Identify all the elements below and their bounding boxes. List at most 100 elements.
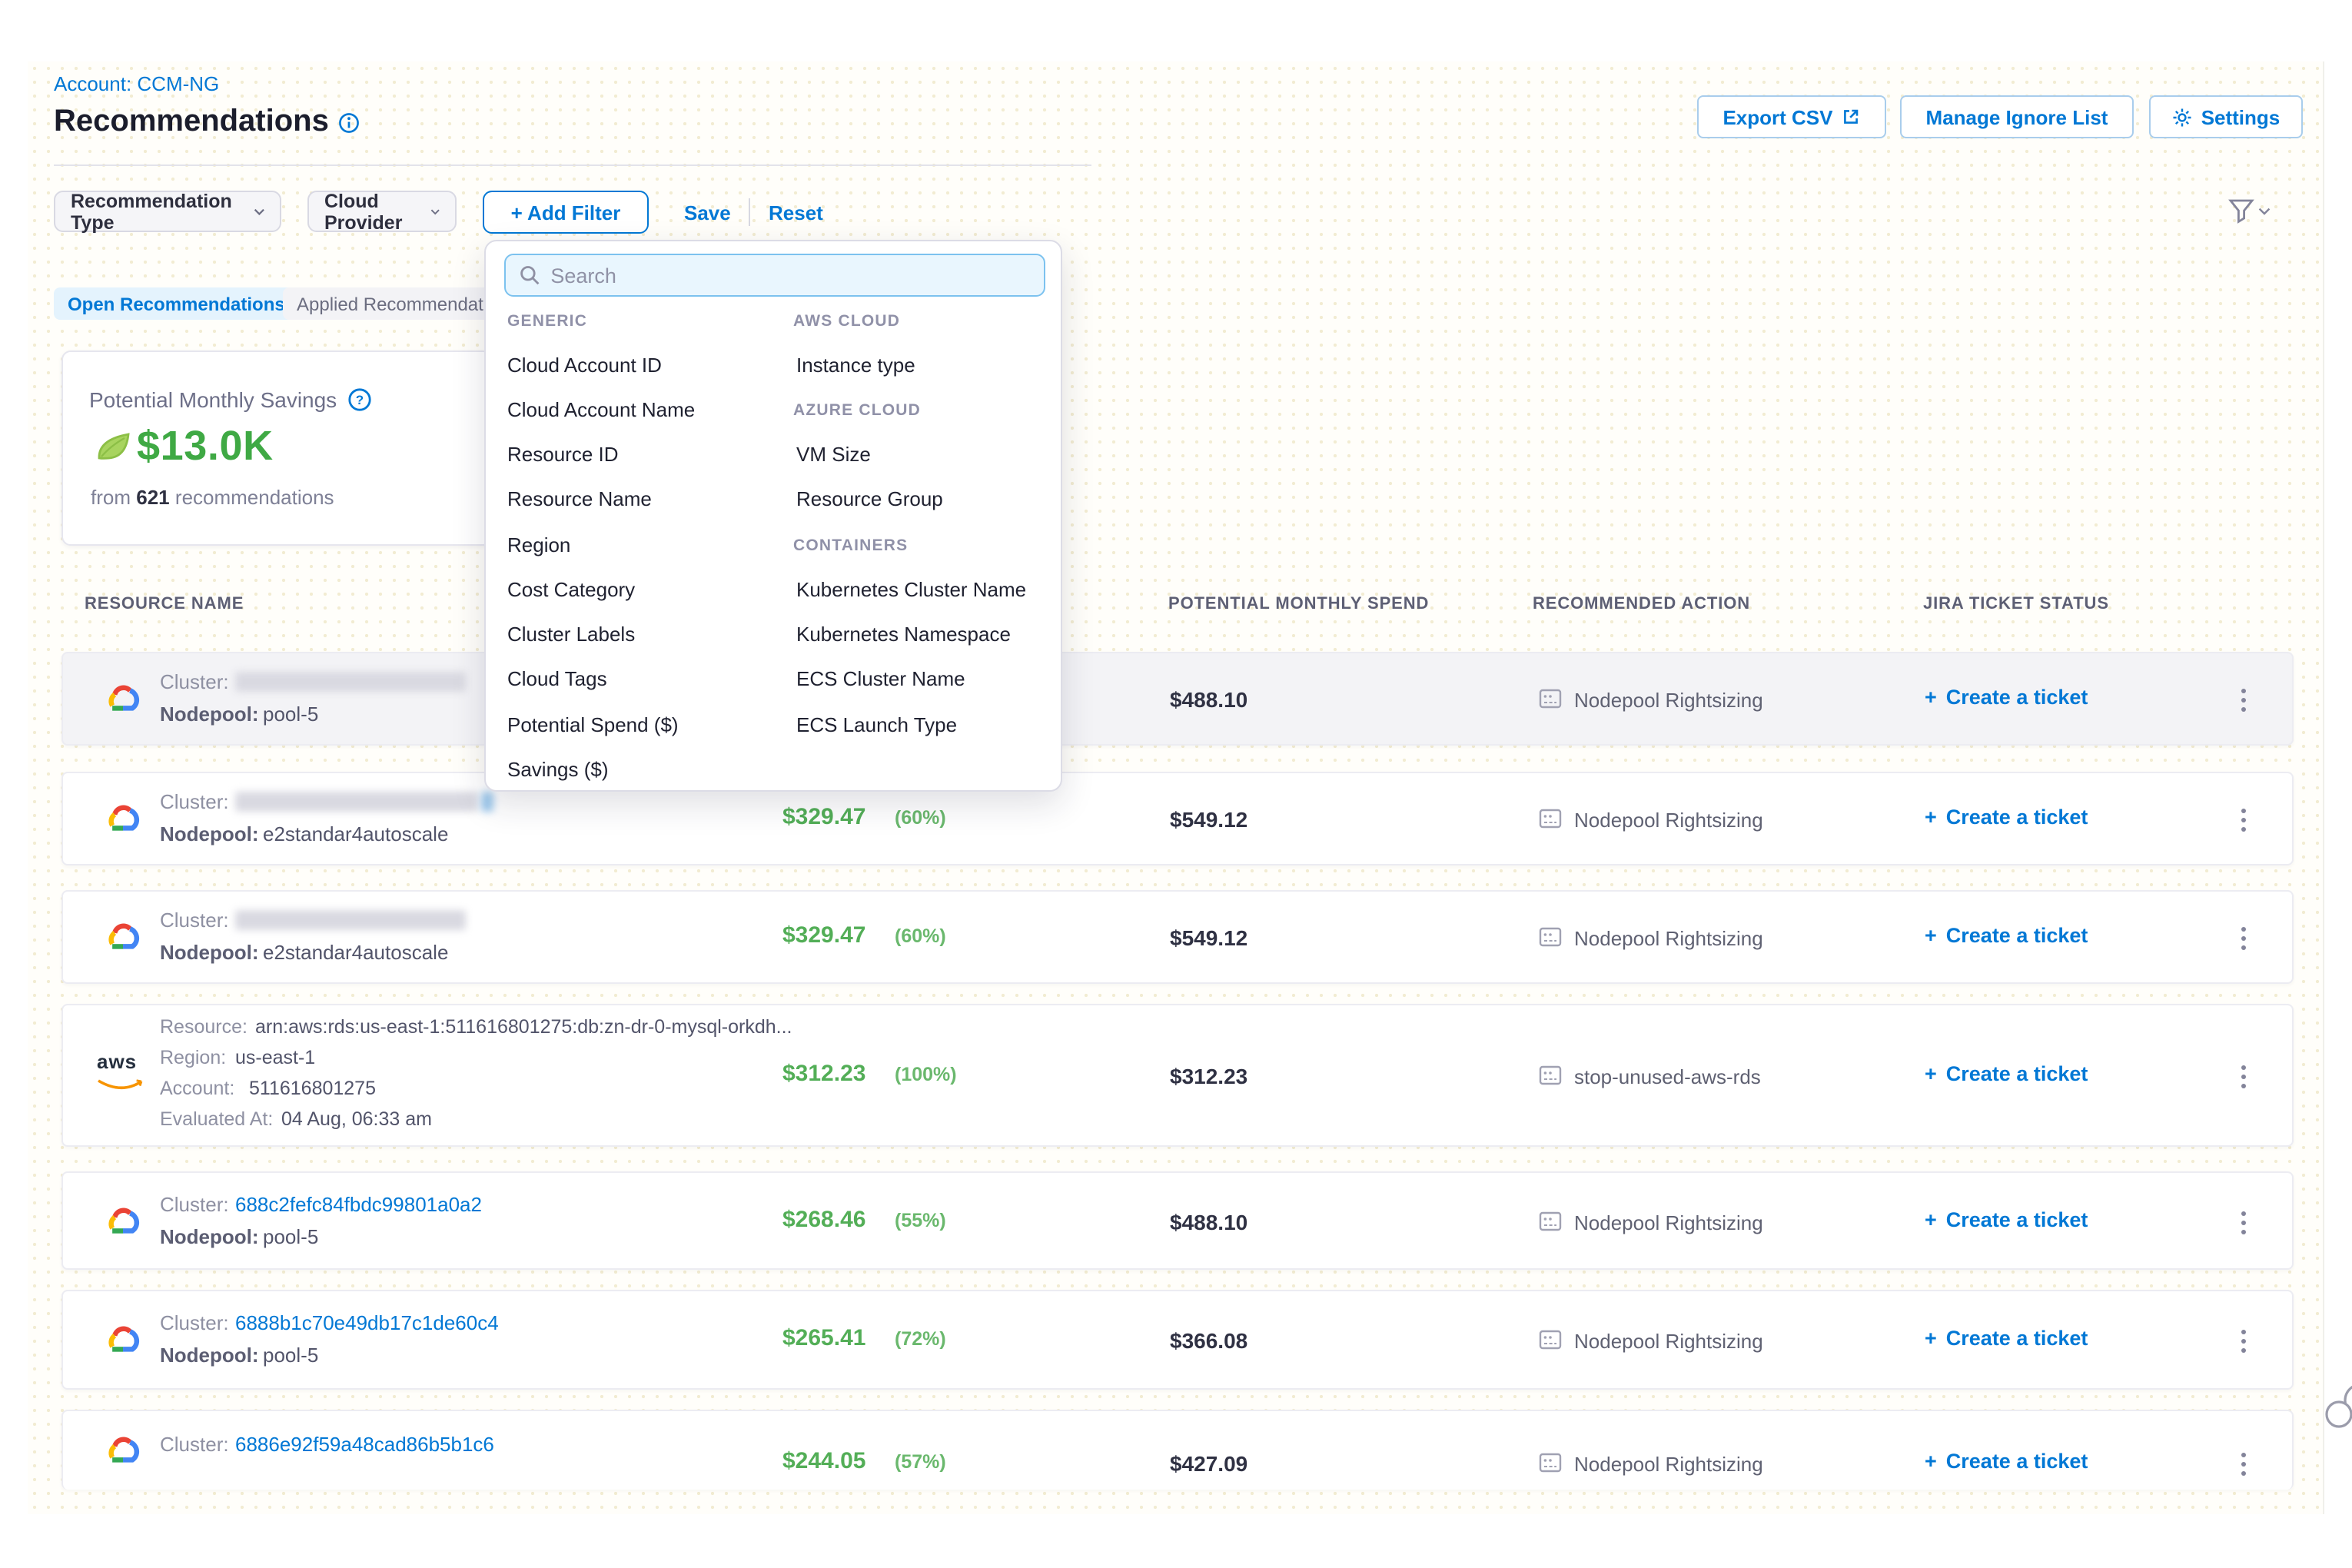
recommendation-type-icon bbox=[1539, 1211, 1562, 1231]
potential-spend-value: $312.23 bbox=[1170, 1064, 1247, 1088]
nodepool-value: e2standar4autoscale bbox=[263, 941, 448, 964]
row-menu-button[interactable] bbox=[2235, 1447, 2252, 1482]
row-menu-button[interactable] bbox=[2235, 683, 2252, 718]
filter-option[interactable]: Cluster Labels bbox=[507, 623, 635, 646]
recommended-action-value: Nodepool Rightsizing bbox=[1574, 809, 1763, 832]
table-row[interactable]: Cluster: Nodepool: e2standar4autoscale $… bbox=[61, 772, 2294, 865]
cluster-label: Cluster: bbox=[160, 1311, 229, 1334]
cluster-label: Cluster: bbox=[160, 1193, 229, 1216]
savings-value: $265.41 bbox=[782, 1325, 865, 1351]
filter-option[interactable]: Cloud Tags bbox=[507, 667, 607, 690]
cluster-link[interactable]: 688c2fefc84fbdc99801a0a2 bbox=[235, 1193, 482, 1216]
dropdown-search[interactable] bbox=[504, 254, 1045, 297]
create-ticket-label: Create a ticket bbox=[1946, 1327, 2088, 1350]
create-ticket-label: Create a ticket bbox=[1946, 924, 2088, 947]
plus-icon: + bbox=[1925, 924, 1937, 947]
filter-option[interactable]: Region bbox=[507, 533, 570, 556]
cluster-label: Cluster: bbox=[160, 909, 229, 932]
resource-value: arn:aws:rds:us-east-1:511616801275:db:zn… bbox=[255, 1016, 792, 1038]
filter-pill-cloud-provider[interactable]: Cloud Provider bbox=[307, 191, 457, 232]
create-ticket-button[interactable]: + Create a ticket bbox=[1925, 924, 2088, 947]
recommended-action-value: Nodepool Rightsizing bbox=[1574, 1211, 1763, 1234]
settings-button[interactable]: Settings bbox=[2149, 95, 2303, 138]
recommended-action-value: stop-unused-aws-rds bbox=[1574, 1065, 1761, 1088]
row-menu-button[interactable] bbox=[2235, 1324, 2252, 1359]
savings-percent: (60%) bbox=[895, 807, 946, 829]
account-value: 511616801275 bbox=[249, 1078, 376, 1099]
savings-card-value: $13.0K bbox=[137, 423, 274, 470]
search-input[interactable] bbox=[550, 264, 1030, 287]
filter-option[interactable]: Cloud Account Name bbox=[507, 398, 695, 421]
row-menu-button[interactable] bbox=[2235, 1059, 2252, 1095]
add-filter-button[interactable]: + Add Filter bbox=[483, 191, 649, 234]
filter-option[interactable]: Instance type bbox=[796, 354, 915, 377]
nodepool-value: pool-5 bbox=[263, 1225, 318, 1248]
export-csv-button[interactable]: Export CSV bbox=[1697, 95, 1886, 138]
plus-icon: + bbox=[1925, 1062, 1937, 1085]
nodepool-label: Nodepool: bbox=[160, 822, 259, 845]
savings-leaf-icon bbox=[97, 432, 131, 461]
cluster-label: Cluster: bbox=[160, 790, 229, 813]
manage-ignore-list-button[interactable]: Manage Ignore List bbox=[1900, 95, 2134, 138]
dropdown-section-aws-cloud: AWS CLOUD bbox=[793, 312, 900, 331]
savings-sub-suffix: recommendations bbox=[175, 486, 334, 509]
filter-pill-recommendation-type[interactable]: Recommendation Type bbox=[54, 191, 281, 232]
recommended-action-value: Nodepool Rightsizing bbox=[1574, 1330, 1763, 1353]
add-filter-dropdown: GENERIC Cloud Account ID Cloud Account N… bbox=[484, 240, 1062, 792]
table-row[interactable]: aws Resource: arn:aws:rds:us-east-1:5116… bbox=[61, 1004, 2294, 1147]
cluster-label: Cluster: bbox=[160, 1433, 229, 1456]
table-row[interactable]: Cluster: 6888b1c70e49db17c1de60c4 Nodepo… bbox=[61, 1290, 2294, 1390]
reset-filter-link[interactable]: Reset bbox=[769, 201, 823, 224]
funnel-icon bbox=[2227, 198, 2255, 224]
add-filter-label: + Add Filter bbox=[511, 201, 621, 224]
help-icon[interactable]: ? bbox=[347, 387, 372, 412]
row-menu-button[interactable] bbox=[2235, 1205, 2252, 1241]
create-ticket-button[interactable]: + Create a ticket bbox=[1925, 806, 2088, 829]
table-row[interactable]: Cluster: 688c2fefc84fbdc99801a0a2 Nodepo… bbox=[61, 1171, 2294, 1270]
info-icon[interactable] bbox=[338, 111, 360, 133]
evaluated-at-label: Evaluated At: bbox=[160, 1108, 273, 1130]
filter-option[interactable]: Resource ID bbox=[507, 443, 619, 466]
filter-option[interactable]: Cloud Account ID bbox=[507, 354, 662, 377]
recommended-action-value: Nodepool Rightsizing bbox=[1574, 927, 1763, 950]
row-menu-button[interactable] bbox=[2235, 921, 2252, 956]
create-ticket-button[interactable]: + Create a ticket bbox=[1925, 1208, 2088, 1231]
create-ticket-button[interactable]: + Create a ticket bbox=[1925, 1062, 2088, 1085]
filter-option[interactable]: Kubernetes Cluster Name bbox=[796, 578, 1026, 601]
filter-option[interactable]: ECS Cluster Name bbox=[796, 667, 965, 690]
export-csv-label: Export CSV bbox=[1722, 105, 1832, 128]
filter-option[interactable]: Resource Group bbox=[796, 487, 943, 510]
save-filter-link[interactable]: Save bbox=[684, 201, 731, 224]
recommended-action-value: Nodepool Rightsizing bbox=[1574, 1453, 1763, 1476]
recommendation-type-icon bbox=[1539, 1330, 1562, 1350]
filter-option[interactable]: Kubernetes Namespace bbox=[796, 623, 1011, 646]
cluster-link[interactable]: 6888b1c70e49db17c1de60c4 bbox=[235, 1311, 499, 1334]
filter-option[interactable]: Savings ($) bbox=[507, 758, 609, 781]
table-row[interactable]: Cluster: Nodepool: e2standar4autoscale $… bbox=[61, 890, 2294, 984]
filter-panel-toggle[interactable] bbox=[2227, 198, 2271, 224]
filter-option[interactable]: Cost Category bbox=[507, 578, 635, 601]
nodepool-label: Nodepool: bbox=[160, 1344, 259, 1367]
create-ticket-button[interactable]: + Create a ticket bbox=[1925, 686, 2088, 709]
recommendation-type-icon bbox=[1539, 809, 1562, 829]
filter-option[interactable]: VM Size bbox=[796, 443, 871, 466]
gcp-icon bbox=[103, 1204, 143, 1237]
cluster-link[interactable]: 6886e92f59a48cad86b5b1c6 bbox=[235, 1433, 494, 1456]
tab-open-recommendations[interactable]: Open Recommendations bbox=[54, 287, 299, 320]
create-ticket-button[interactable]: + Create a ticket bbox=[1925, 1327, 2088, 1350]
nodepool-label: Nodepool: bbox=[160, 1225, 259, 1248]
table-row[interactable]: Cluster: 6886e92f59a48cad86b5b1c6 $244.0… bbox=[61, 1410, 2294, 1490]
region-value: us-east-1 bbox=[235, 1047, 315, 1068]
savings-value: $329.47 bbox=[782, 804, 865, 830]
filter-option[interactable]: ECS Launch Type bbox=[796, 713, 957, 736]
table-row[interactable]: Cluster: Nodepool: pool-5 $488.10 Nodepo… bbox=[61, 652, 2294, 746]
savings-card-subtitle: from 621 recommendations bbox=[91, 486, 334, 509]
help-chat-widget-icon[interactable] bbox=[2324, 1380, 2352, 1439]
create-ticket-button[interactable]: + Create a ticket bbox=[1925, 1450, 2088, 1473]
row-menu-button[interactable] bbox=[2235, 802, 2252, 838]
breadcrumb-account-link[interactable]: Account: CCM-NG bbox=[54, 72, 219, 95]
redacted-cluster-name bbox=[235, 672, 466, 692]
filter-option[interactable]: Potential Spend ($) bbox=[507, 713, 679, 736]
resource-label: Resource: bbox=[160, 1016, 247, 1038]
filter-option[interactable]: Resource Name bbox=[507, 487, 652, 510]
